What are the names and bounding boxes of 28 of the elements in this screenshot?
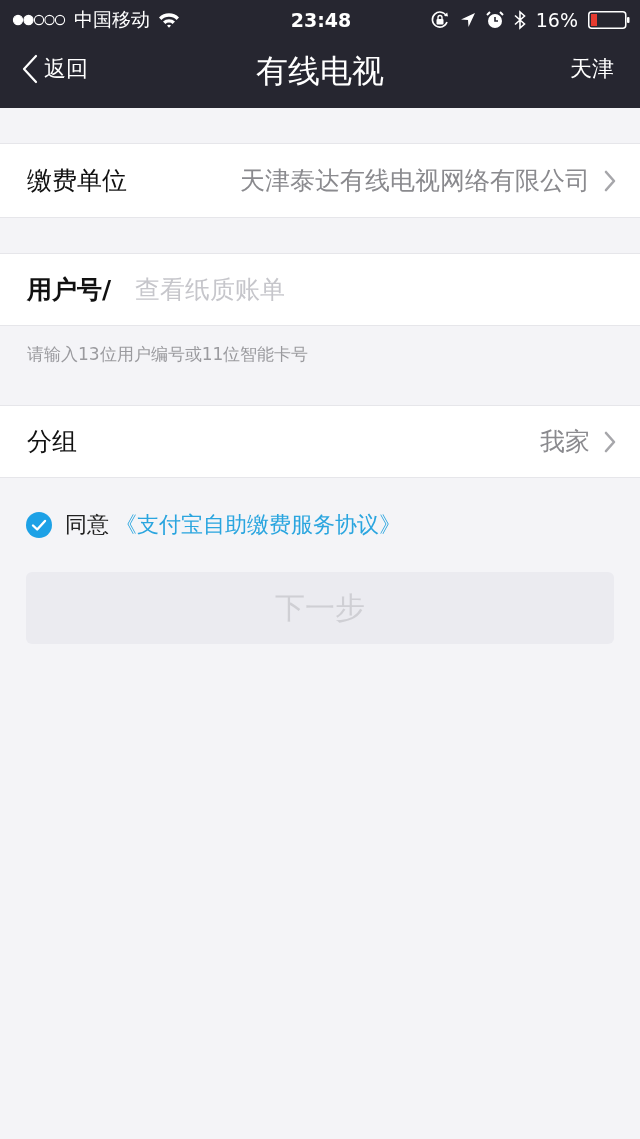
row-label: 缴费单位 xyxy=(27,165,127,197)
signal-strength-icon xyxy=(12,14,66,26)
chevron-right-icon xyxy=(604,430,616,453)
row-label: 分组 xyxy=(27,426,77,458)
row-value: 我家 xyxy=(540,426,590,458)
battery-icon xyxy=(588,11,630,29)
page-title: 有线电视 xyxy=(256,51,384,92)
location-arrow-icon xyxy=(459,12,476,28)
chevron-right-icon xyxy=(604,169,616,192)
row-value: 天津泰达有线电视网络有限公司 xyxy=(240,165,590,197)
agree-checkbox[interactable] xyxy=(26,512,52,538)
rotation-lock-icon xyxy=(429,10,450,30)
carrier-name: 中国移动 xyxy=(74,7,150,32)
alarm-clock-icon xyxy=(485,11,504,29)
account-input-field[interactable]: 查看纸质账单 xyxy=(135,267,616,312)
agree-text: 同意 xyxy=(65,512,109,538)
chevron-left-icon xyxy=(22,54,38,84)
row-label: 用户号/ xyxy=(27,274,112,306)
clock-time: 23:48 xyxy=(290,9,352,31)
list-row[interactable]: 缴费单位 天津泰达有线电视网络有限公司 xyxy=(0,143,640,218)
city-selector[interactable]: 天津 xyxy=(570,54,614,84)
list-row[interactable]: 分组 我家 xyxy=(0,405,640,478)
bluetooth-icon xyxy=(513,10,526,30)
wifi-icon xyxy=(158,12,180,28)
back-button[interactable]: 返回 xyxy=(22,54,88,84)
hint-text: 请输入13位用户编号或11位智能卡号 xyxy=(27,344,309,364)
battery-percent: 16% xyxy=(535,9,578,31)
account-field[interactable]: 用户号/ 查看纸质账单 xyxy=(0,253,640,326)
